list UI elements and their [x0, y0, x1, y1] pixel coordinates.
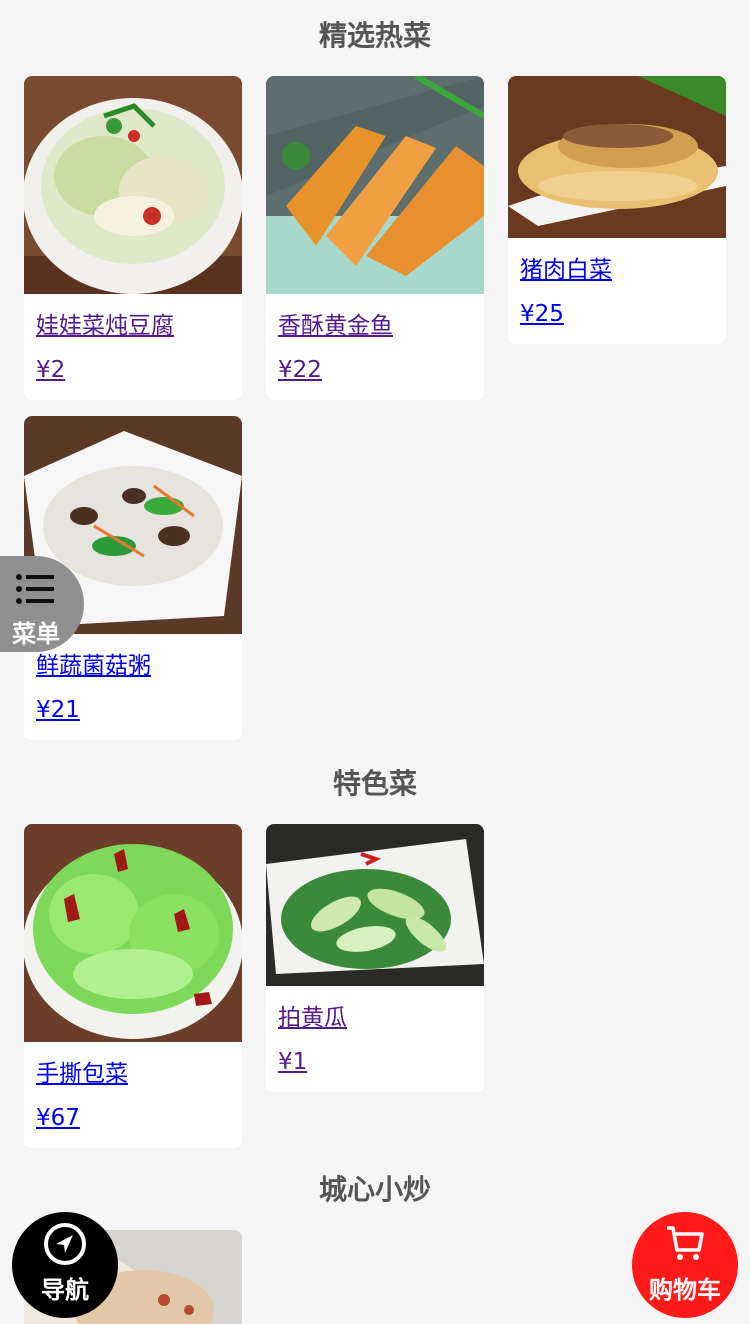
dish-price-link[interactable]: ¥25 [508, 286, 726, 344]
cart-button[interactable]: 购物车 [632, 1212, 738, 1318]
dish-price-link[interactable]: ¥22 [266, 342, 484, 400]
dish-name-link[interactable]: 娃娃菜炖豆腐 [24, 294, 242, 342]
dish-card[interactable]: 娃娃菜炖豆腐 ¥2 [24, 76, 242, 400]
dish-name-link[interactable]: 拍黄瓜 [266, 986, 484, 1034]
dish-price-link[interactable]: ¥1 [266, 1034, 484, 1092]
section-title-hot-dishes: 精选热菜 [318, 19, 431, 52]
cart-icon [667, 1226, 704, 1260]
menu-toggle-label: 菜单 [12, 620, 60, 648]
dish-image[interactable] [24, 824, 242, 1042]
dish-name-link[interactable]: 手撕包菜 [24, 1042, 242, 1090]
dish-card[interactable]: 拍黄瓜 ¥1 [266, 824, 484, 1092]
navigation-label: 导航 [41, 1276, 89, 1304]
dish-card[interactable]: 香酥黄金鱼 ¥22 [266, 76, 484, 400]
navigation-arrow-icon [44, 1223, 86, 1265]
dish-image[interactable] [508, 76, 726, 238]
dish-name-link[interactable]: 香酥黄金鱼 [266, 294, 484, 342]
cart-label: 购物车 [649, 1276, 721, 1304]
dish-image[interactable] [266, 76, 484, 294]
section-title-specialty: 特色菜 [332, 767, 417, 800]
dish-price-link[interactable]: ¥67 [24, 1090, 242, 1148]
dish-price-link[interactable]: ¥2 [24, 342, 242, 400]
dish-image[interactable] [266, 824, 484, 986]
navigation-button[interactable]: 导航 [12, 1212, 118, 1318]
dish-price-link[interactable]: ¥21 [24, 682, 242, 740]
dish-card[interactable]: 猪肉白菜 ¥25 [508, 76, 726, 344]
dish-card[interactable]: 手撕包菜 ¥67 [24, 824, 242, 1148]
list-icon [16, 574, 54, 604]
dish-name-link[interactable]: 猪肉白菜 [508, 238, 726, 286]
dish-image[interactable] [24, 76, 242, 294]
section-title-stir-fry: 城心小炒 [318, 1173, 431, 1206]
